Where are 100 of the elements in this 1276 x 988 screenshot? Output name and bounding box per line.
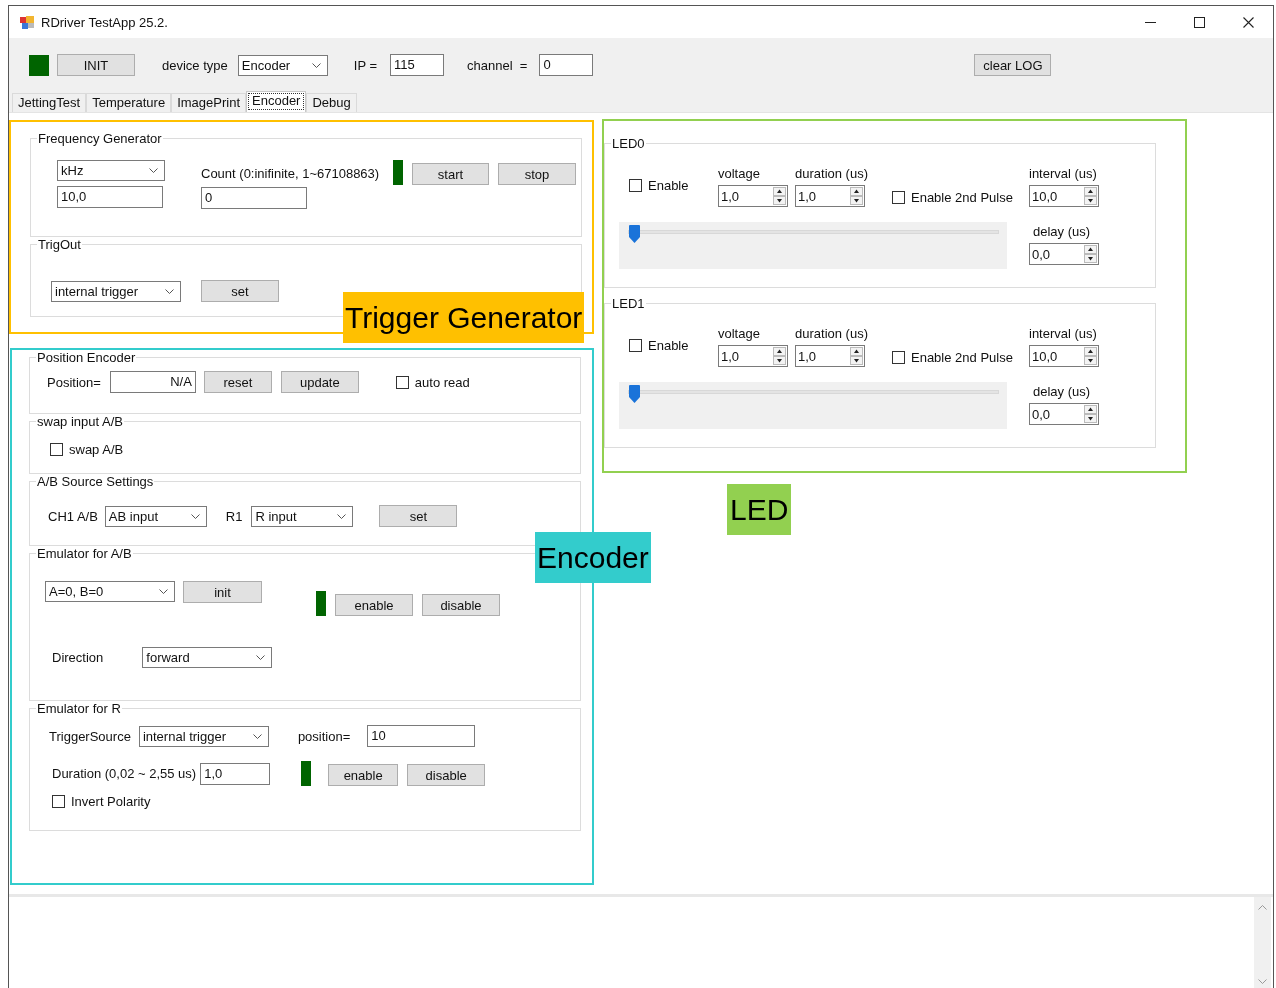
label: duration (us) [795, 326, 868, 341]
ch1-source-dropdown[interactable]: AB input [104, 505, 207, 527]
count-field[interactable]: 0 [201, 187, 307, 209]
chevron-down-icon [256, 655, 266, 660]
label: delay (us) [1033, 384, 1091, 399]
disable-button[interactable]: disable [422, 594, 500, 616]
label: delay (us) [1033, 224, 1091, 239]
tab[interactable]: JettingTest [12, 93, 87, 112]
r1-source-dropdown[interactable]: R input [251, 505, 354, 527]
chevron-down-icon [149, 168, 158, 173]
maximize-icon[interactable] [1194, 16, 1205, 28]
tab[interactable]: Encoder [246, 91, 307, 112]
checkbox[interactable] [52, 795, 65, 808]
checkbox-label: Enable 2nd Pulse [911, 190, 1013, 205]
ab-state-dropdown[interactable]: A=0, B=0 [45, 581, 175, 602]
frequency-field[interactable]: 10,0 [57, 186, 163, 208]
device-type-dropdown[interactable]: Encoder [237, 54, 328, 76]
duration-spinbox[interactable]: 1,0 [795, 345, 865, 367]
tab[interactable]: Debug [306, 93, 357, 112]
chevron-down-icon [252, 733, 262, 739]
label: device type [162, 57, 228, 73]
group-title: TrigOut [37, 237, 82, 252]
spin-arrows-icon[interactable] [773, 347, 786, 365]
enable-button[interactable]: enable [335, 594, 413, 616]
spin-arrows-icon[interactable] [850, 347, 863, 365]
label: voltage [718, 326, 760, 341]
group-title: swap input A/B [36, 414, 124, 429]
checkbox[interactable] [629, 179, 642, 192]
group-title: Position Encoder [36, 350, 137, 365]
checkbox[interactable] [892, 191, 905, 204]
annotation-label: LED [727, 484, 792, 535]
checkbox-label: Enable [648, 338, 689, 353]
position-field[interactable]: 10 [367, 725, 476, 747]
label: Position= [47, 374, 101, 390]
group-title: LED1 [611, 296, 646, 311]
slider-thumb[interactable] [629, 225, 640, 243]
label: duration (us) [795, 166, 868, 181]
delay-spinbox[interactable]: 0,0 [1029, 243, 1099, 265]
close-icon[interactable] [1243, 16, 1254, 28]
spin-arrows-icon[interactable] [773, 187, 786, 205]
label: interval (us) [1029, 326, 1097, 341]
spin-arrows-icon[interactable] [1084, 405, 1097, 423]
direction-dropdown[interactable]: forward [142, 647, 273, 668]
label: Direction [52, 650, 104, 665]
channel-field[interactable]: 0 [539, 54, 594, 76]
spin-arrows-icon[interactable] [1084, 187, 1097, 205]
spin-arrows-icon[interactable] [850, 187, 863, 205]
checkbox[interactable] [892, 351, 905, 364]
app-icon [19, 14, 35, 30]
duration-field[interactable]: 1,0 [200, 762, 271, 785]
init-button[interactable]: init [183, 581, 262, 603]
disable-button[interactable]: disable [407, 764, 486, 786]
chevron-down-icon [190, 513, 200, 519]
stop-button[interactable]: stop [498, 163, 576, 185]
label: interval (us) [1029, 166, 1097, 181]
label: voltage [718, 166, 760, 181]
group-title: Frequency Generator [37, 131, 163, 146]
tab[interactable]: ImagePrint [171, 93, 246, 112]
label: channel = [467, 57, 528, 73]
voltage-spinbox[interactable]: 1,0 [718, 185, 788, 207]
label: IP = [353, 57, 378, 73]
init-button[interactable]: INIT [57, 54, 135, 76]
slider-thumb[interactable] [629, 385, 640, 403]
label: R1 [225, 508, 243, 524]
checkbox[interactable] [50, 443, 63, 456]
position-field[interactable]: N/A [109, 371, 196, 393]
tab[interactable]: Temperature [86, 93, 172, 112]
interval-spinbox[interactable]: 10,0 [1029, 185, 1099, 207]
label: position= [297, 728, 351, 744]
label: TriggerSource [49, 728, 131, 744]
reset-button[interactable]: reset [203, 371, 272, 393]
checkbox[interactable] [629, 339, 642, 352]
set-button[interactable]: set [201, 280, 279, 302]
group-title: A/B Source Settings [36, 474, 155, 489]
group-title: Emulator for A/B [36, 546, 133, 561]
start-button[interactable]: start [412, 163, 489, 185]
checkbox-label: Enable 2nd Pulse [911, 350, 1013, 365]
chevron-down-icon [159, 589, 168, 594]
update-button[interactable]: update [280, 371, 359, 393]
annotation-label: Encoder [535, 532, 651, 583]
enable-button[interactable]: enable [328, 764, 399, 786]
group-title: LED0 [611, 136, 646, 151]
label: CH1 A/B [48, 508, 98, 524]
spin-arrows-icon[interactable] [1084, 347, 1097, 365]
set-button[interactable]: set [379, 505, 458, 527]
checkbox[interactable] [395, 375, 409, 389]
interval-spinbox[interactable]: 10,0 [1029, 345, 1099, 367]
duration-spinbox[interactable]: 1,0 [795, 185, 865, 207]
ip-field[interactable]: 115 [390, 54, 445, 76]
trigger-source-dropdown[interactable]: internal trigger [138, 725, 269, 747]
spin-arrows-icon[interactable] [1084, 245, 1097, 263]
label: Duration (0,02 ~ 2,55 us) [52, 766, 197, 781]
voltage-spinbox[interactable]: 1,0 [718, 345, 788, 367]
delay-spinbox[interactable]: 0,0 [1029, 403, 1099, 425]
clear-log-button[interactable]: clear LOG [974, 54, 1052, 76]
chevron-down-icon [165, 288, 174, 294]
chevron-down-icon [337, 513, 347, 519]
trigger-source-dropdown[interactable]: internal trigger [51, 280, 181, 302]
unit-dropdown[interactable]: kHz [57, 160, 165, 181]
checkbox-label: auto read [414, 374, 470, 390]
